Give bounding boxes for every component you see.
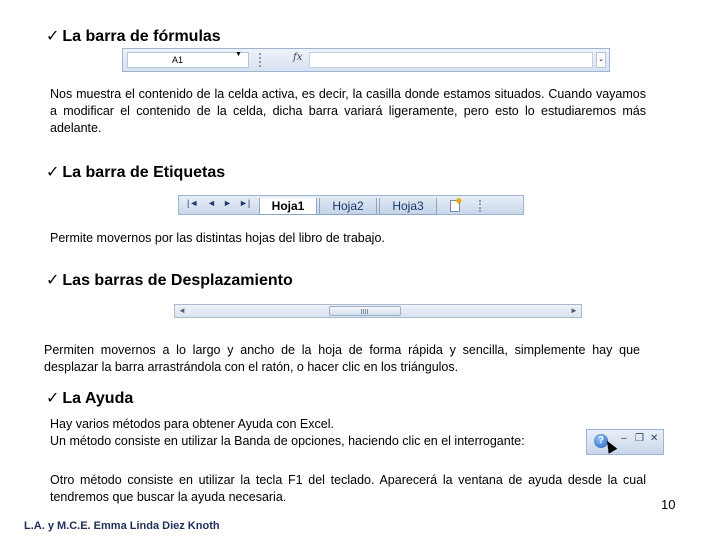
author-footer: L.A. y M.C.E. Emma Linda Diez Knoth	[24, 520, 220, 532]
checkmark-icon: ✓	[46, 388, 60, 407]
scroll-thumb[interactable]	[329, 306, 401, 316]
expand-icon[interactable]: ⌄	[596, 52, 606, 68]
restore-icon[interactable]: ❐	[635, 433, 644, 444]
heading-formula-bar: ✓ La barra de fórmulas	[46, 26, 221, 45]
mouse-cursor-icon	[602, 438, 618, 454]
last-sheet-icon[interactable]: ►|	[239, 198, 250, 208]
paragraph-help-f1: Otro método consiste en utilizar la tecl…	[50, 473, 646, 504]
next-sheet-icon[interactable]: ►	[223, 198, 232, 208]
tab-hoja1[interactable]: Hoja1	[259, 198, 317, 215]
separator	[259, 53, 261, 67]
checkmark-icon: ✓	[46, 162, 60, 181]
paragraph-sheet-tabs: Permite movernos por las distintas hojas…	[50, 231, 385, 245]
previous-sheet-icon[interactable]: ◄	[207, 198, 216, 208]
formula-input[interactable]	[309, 52, 593, 68]
heading-help: ✓ La Ayuda	[46, 388, 134, 407]
scroll-left-icon[interactable]: ◄	[175, 305, 189, 317]
paragraph-formula-bar: Nos muestra el contenido de la celda act…	[50, 87, 646, 135]
page-number: 10	[661, 497, 676, 512]
minimize-icon[interactable]: –	[621, 433, 627, 444]
horizontal-scrollbar-image[interactable]: ◄ ►	[174, 304, 582, 318]
formula-bar-image: A1 ▼ fx ⌄	[122, 48, 610, 72]
checkmark-icon: ✓	[46, 26, 60, 45]
dropdown-arrow-icon[interactable]: ▼	[235, 51, 242, 58]
help-controls-image: ? – ❐ ✕	[586, 429, 664, 455]
close-icon[interactable]: ✕	[650, 433, 658, 444]
paragraph-scroll-bars: Permiten movernos a lo largo y ancho de …	[44, 343, 640, 374]
heading-scroll-bars: ✓ Las barras de Desplazamiento	[46, 270, 293, 289]
tab-hoja2[interactable]: Hoja2	[319, 198, 377, 215]
name-box[interactable]: A1	[127, 52, 249, 68]
insert-sheet-icon[interactable]: ✸	[447, 196, 467, 214]
sheet-tabs-image: |◄ ◄ ► ►| Hoja1 Hoja2 Hoja3 ✸	[178, 195, 524, 215]
help-line-2: Un método consiste en utilizar la Banda …	[50, 434, 525, 448]
tab-splitter[interactable]	[479, 200, 481, 212]
heading-sheet-tabs: ✓ La barra de Etiquetas	[46, 162, 226, 181]
tab-hoja3[interactable]: Hoja3	[379, 198, 437, 215]
checkmark-icon: ✓	[46, 270, 60, 289]
first-sheet-icon[interactable]: |◄	[187, 198, 198, 208]
scroll-right-icon[interactable]: ►	[567, 305, 581, 317]
function-icon[interactable]: fx	[293, 52, 302, 63]
help-line-1: Hay varios métodos para obtener Ayuda co…	[50, 417, 334, 431]
